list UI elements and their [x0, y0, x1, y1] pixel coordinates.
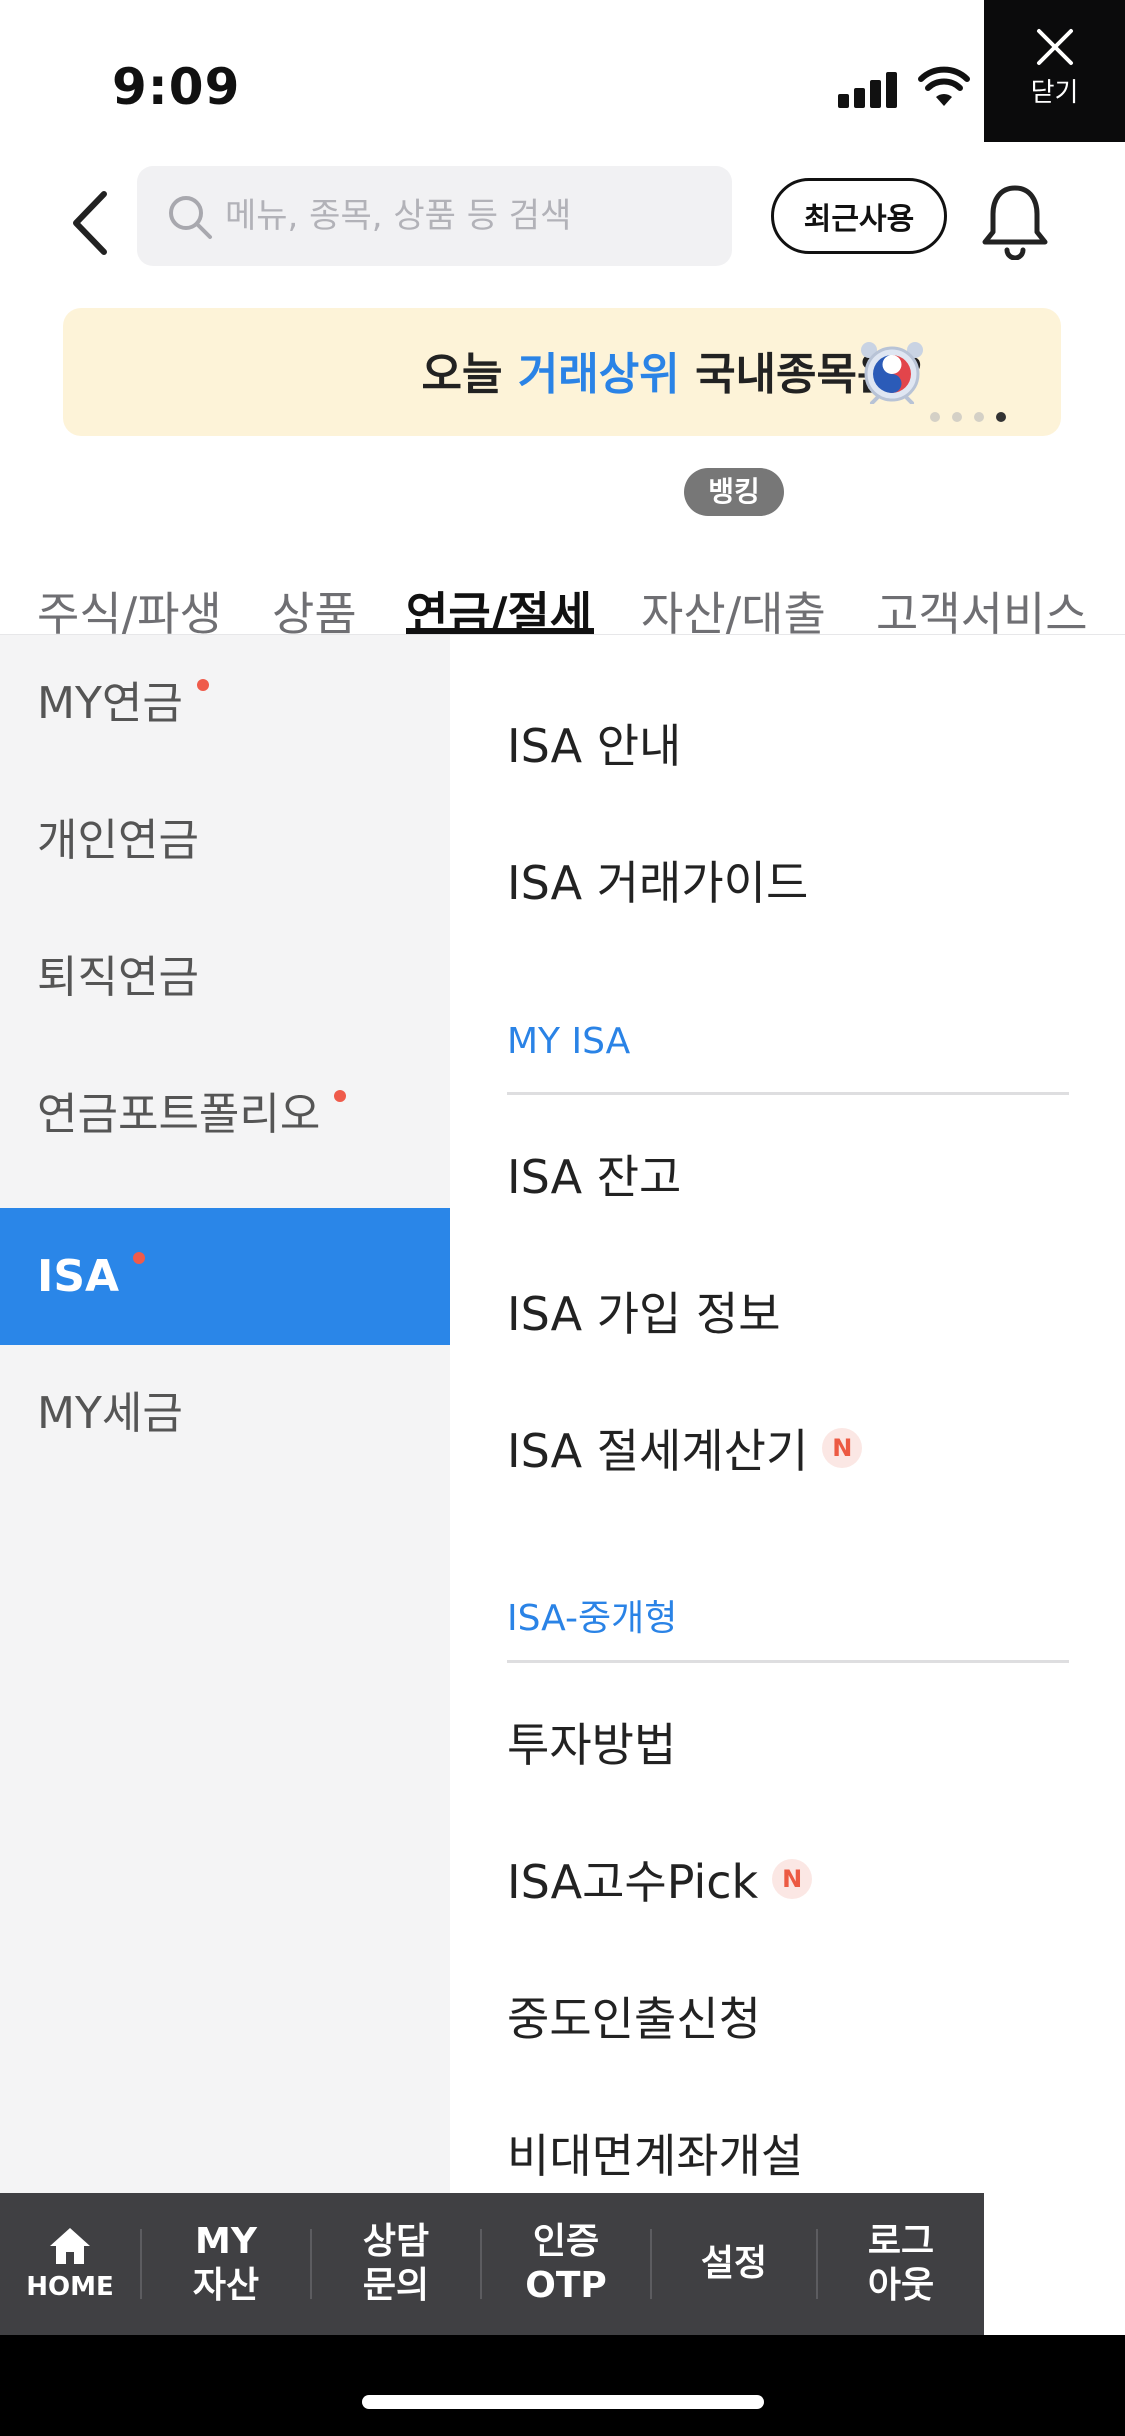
- auth-otp-label-line2: OTP: [525, 2265, 607, 2306]
- menu-item-isa-subscription-info[interactable]: ISA 가입 정보: [507, 1278, 781, 1344]
- new-badge: N: [772, 1859, 813, 1899]
- status-bar: 9:09 32: [0, 0, 1125, 150]
- home-indicator[interactable]: [362, 2395, 764, 2409]
- banner-page-dot[interactable]: [930, 412, 940, 422]
- consult-label-line2: 문의: [362, 2265, 430, 2306]
- sidebar-item-label: MY세금: [37, 1388, 183, 1439]
- menu-item-label: ISA 거래가이드: [507, 856, 809, 910]
- status-time: 9:09: [112, 58, 241, 116]
- sidebar-item-label: 개인연금: [37, 815, 199, 866]
- home-label: HOME: [26, 2272, 114, 2302]
- new-dot-indicator: [133, 1252, 146, 1264]
- sidebar-item-label: MY연금: [37, 678, 183, 729]
- auth-otp-label-line1: 인증: [532, 2221, 600, 2262]
- search-icon: [169, 196, 212, 239]
- consult-label-line1: 상담: [362, 2221, 430, 2262]
- banner-page-dot[interactable]: [952, 412, 962, 422]
- system-bottom-area: [0, 2335, 1125, 2436]
- sidebar-item-retirement-pension[interactable]: 퇴직연금: [0, 909, 450, 1046]
- sidebar-item-my-pension[interactable]: MY연금: [0, 635, 450, 772]
- bottom-toolbar: HOME MY 자산 상담 문의 인증 OTP 설정 로그 아웃: [0, 2193, 984, 2335]
- banking-badge: 뱅킹: [684, 468, 784, 516]
- alarm-clock-icon: [861, 342, 923, 404]
- menu-item-label: 비대면계좌개설: [507, 2129, 804, 2183]
- menu-item-label: ISA고수Pick: [507, 1855, 759, 1909]
- wifi-icon: [918, 66, 970, 106]
- section-title-isa-brokerage: ISA-중개형: [507, 1598, 678, 1639]
- banner-text-highlight: 거래상위: [517, 349, 680, 400]
- sidebar-item-personal-pension[interactable]: 개인연금: [0, 772, 450, 909]
- sidebar-item-pension-portfolio[interactable]: 연금포트폴리오: [0, 1046, 450, 1183]
- close-icon: [1036, 29, 1073, 65]
- promo-banner[interactable]: 오늘 거래상위 국내종목은?: [63, 308, 1061, 436]
- tab-stocks-derivatives[interactable]: 주식/파생: [37, 520, 222, 641]
- bell-icon[interactable]: [980, 180, 1050, 260]
- banner-page-dot[interactable]: [974, 412, 984, 422]
- main-tabs: 주식/파생 상품 연금/절세 자산/대출 고객서비스: [0, 460, 1125, 641]
- consult-inquiry-button[interactable]: 상담 문의: [312, 2193, 480, 2335]
- tab-customer-service[interactable]: 고객서비스: [876, 520, 1088, 641]
- close-label: 닫기: [1030, 78, 1079, 108]
- tab-products[interactable]: 상품: [272, 520, 357, 641]
- menu-item-label: 투자방법: [507, 1718, 677, 1772]
- new-badge: N: [822, 1428, 863, 1468]
- back-arrow-icon[interactable]: [60, 188, 120, 258]
- my-assets-label-line1: MY: [195, 2221, 257, 2262]
- close-menu-button[interactable]: 닫기: [984, 0, 1125, 142]
- menu-item-isa-trading-guide[interactable]: ISA 거래가이드: [507, 847, 808, 913]
- logout-label-line2: 아웃: [867, 2265, 935, 2306]
- banner-text-prefix: 오늘: [421, 349, 518, 400]
- menu-item-label: ISA 절세계산기: [507, 1424, 809, 1478]
- menu-item-label: ISA 잔고: [507, 1150, 682, 1204]
- banner-page-indicator: [930, 412, 1006, 426]
- menu-item-label: ISA 안내: [507, 719, 682, 773]
- banner-text: 오늘 거래상위 국내종목은?: [63, 338, 923, 402]
- new-dot-indicator: [334, 1090, 347, 1102]
- menu-item-isa-expert-pick[interactable]: ISA고수Pick N: [507, 1846, 813, 1912]
- home-button[interactable]: HOME: [0, 2193, 140, 2335]
- sidebar-item-label: 연금포트폴리오: [37, 1089, 321, 1140]
- cellular-signal-icon: [838, 70, 898, 108]
- sidebar-menu: MY연금 개인연금 퇴직연금 연금포트폴리오 ISA MY세금: [0, 635, 450, 2195]
- menu-item-midterm-withdrawal[interactable]: 중도인출신청: [507, 1983, 761, 2049]
- search-input[interactable]: [225, 166, 715, 266]
- menu-item-isa-guide[interactable]: ISA 안내: [507, 710, 681, 776]
- section-title-my-isa: MY ISA: [507, 1021, 631, 1062]
- auth-otp-button[interactable]: 인증 OTP: [482, 2193, 650, 2335]
- new-dot-indicator: [196, 679, 209, 691]
- my-assets-button[interactable]: MY 자산: [142, 2193, 310, 2335]
- sidebar-item-label: ISA: [37, 1251, 120, 1302]
- logout-label-line1: 로그: [867, 2221, 935, 2262]
- menu-item-isa-tax-calculator[interactable]: ISA 절세계산기 N: [507, 1415, 863, 1481]
- sidebar-item-isa[interactable]: ISA: [0, 1208, 450, 1345]
- logout-button[interactable]: 로그 아웃: [818, 2193, 984, 2335]
- sidebar-item-my-tax[interactable]: MY세금: [0, 1345, 450, 1482]
- recent-used-button[interactable]: 최근사용: [771, 178, 947, 254]
- sidebar-item-label: 퇴직연금: [37, 952, 199, 1003]
- menu-item-investment-method[interactable]: 투자방법: [507, 1709, 676, 1775]
- tab-assets-loans[interactable]: 자산/대출: [641, 520, 826, 641]
- banner-page-dot[interactable]: [996, 412, 1006, 422]
- menu-item-label: ISA 가입 정보: [507, 1287, 781, 1341]
- submenu-panel: ISA 안내 ISA 거래가이드 MY ISA ISA 잔고 ISA 가입 정보…: [450, 635, 1125, 2195]
- settings-button[interactable]: 설정: [652, 2193, 816, 2335]
- section-divider: [507, 1660, 1069, 1663]
- my-assets-label-line2: 자산: [192, 2265, 260, 2306]
- menu-item-non-face-to-face-account[interactable]: 비대면계좌개설: [507, 2120, 803, 2186]
- tab-pension-tax[interactable]: 연금/절세: [406, 520, 592, 641]
- menu-item-label: 중도인출신청: [507, 1992, 761, 2046]
- menu-item-isa-balance[interactable]: ISA 잔고: [507, 1141, 681, 1207]
- section-divider: [507, 1092, 1069, 1095]
- search-bar[interactable]: [137, 166, 732, 266]
- settings-label: 설정: [700, 2243, 768, 2284]
- home-icon: [50, 2228, 90, 2264]
